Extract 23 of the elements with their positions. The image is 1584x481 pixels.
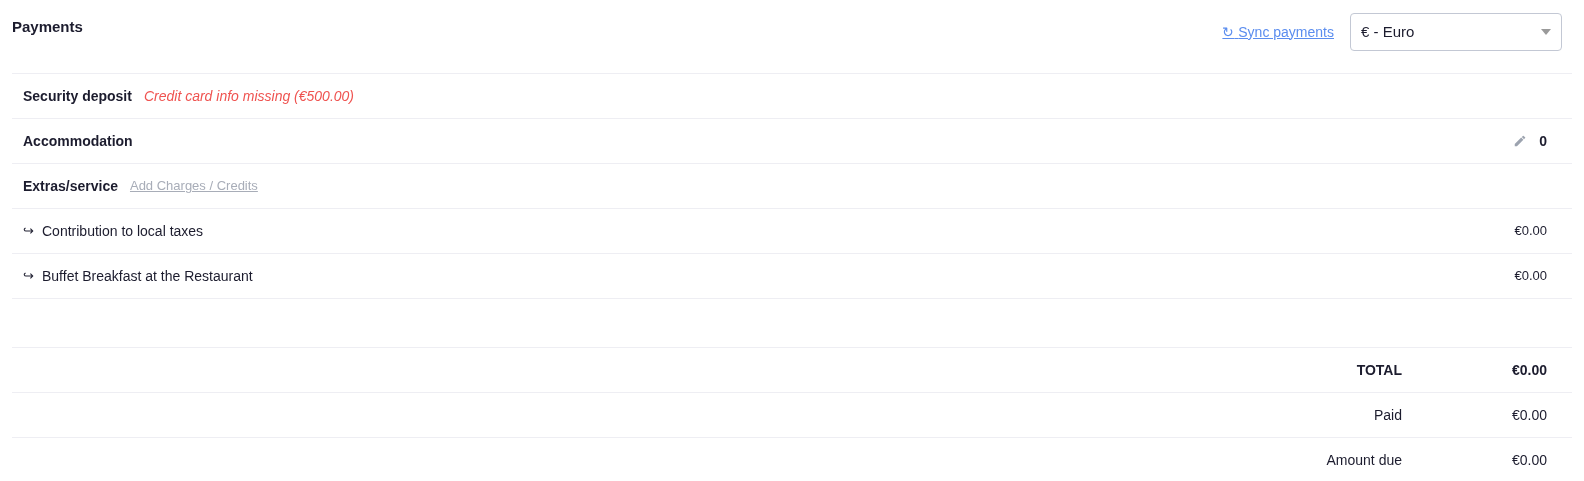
total-value: €0.00 xyxy=(1510,451,1547,470)
row-heading: Accommodation xyxy=(23,131,133,151)
arrow-icon: ↪ xyxy=(23,266,34,286)
total-value: €0.00 xyxy=(1510,405,1547,425)
item-label: Contribution to local taxes xyxy=(42,221,204,241)
total-label: Paid xyxy=(1373,405,1402,425)
row-heading: Security deposit xyxy=(23,86,132,106)
section-title: Payments xyxy=(12,17,83,37)
pencil-icon[interactable] xyxy=(1513,134,1528,148)
caret-icon xyxy=(1541,29,1551,35)
amount: €0.00 xyxy=(1514,267,1547,286)
sync-payments-link[interactable]: ↻ Sync payments xyxy=(1222,21,1334,43)
arrow-icon: ↪ xyxy=(23,221,34,241)
currency-select[interactable]: € - Euro xyxy=(1350,13,1562,51)
add-charges-link[interactable]: Add Charges / Credits xyxy=(129,176,258,196)
total-value: €0.00 xyxy=(1510,360,1547,380)
item-label: Buffet Breakfast at the Restaurant xyxy=(42,266,253,286)
row-heading: Extras/service xyxy=(23,176,118,196)
amount: 0 xyxy=(1539,131,1547,151)
total-label: Amount due xyxy=(1326,451,1402,470)
warning-text: Credit card info missing (€500.00) xyxy=(143,86,355,106)
total-label: TOTAL xyxy=(1356,360,1402,380)
amount: €0.00 xyxy=(1514,222,1547,241)
